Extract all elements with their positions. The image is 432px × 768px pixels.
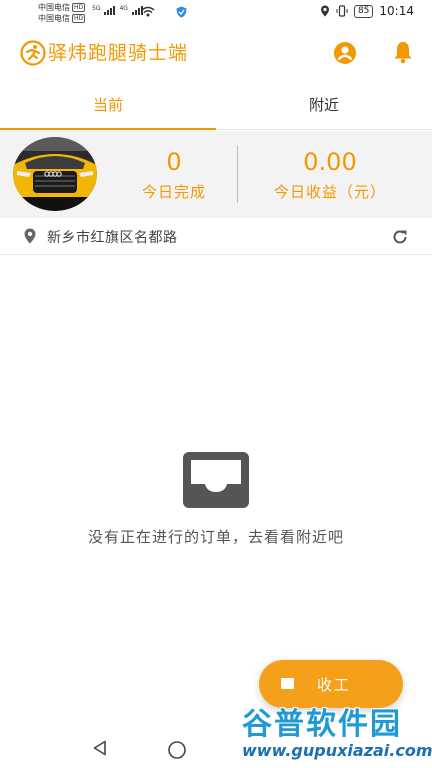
signal-icon: 5G 4G — [92, 5, 143, 15]
app-screen: 中国电信 HD 中国电信 HD 5G 4G 85 10:14 驿炜跑腿骑士端 当… — [0, 0, 432, 768]
completed-label: 今日完成 — [141, 183, 206, 201]
bell-icon[interactable] — [392, 40, 414, 64]
carrier-info: 中国电信 HD 中国电信 HD — [38, 2, 86, 24]
clock: 10:14 — [379, 4, 414, 18]
home-icon[interactable] — [167, 740, 187, 760]
refresh-icon[interactable] — [391, 228, 409, 246]
wifi-icon — [141, 6, 155, 17]
site-watermark: 谷普软件园 www.gupuxiazai.com — [236, 697, 432, 768]
carrier-1-label: 中国电信 — [38, 3, 70, 12]
income-today: 0.00 今日收益（元） — [255, 147, 405, 202]
location-icon — [320, 5, 329, 17]
app-header: 驿炜跑腿骑士端 — [0, 26, 432, 82]
income-amount: 0.00 — [303, 148, 357, 176]
back-icon[interactable] — [92, 740, 108, 756]
network-tag-1: 5G — [92, 5, 101, 12]
tab-bar: 当前 附近 — [0, 82, 432, 130]
daily-stats-card: 0 今日完成 0.00 今日收益（元） — [0, 131, 432, 218]
hd-badge: HD — [72, 14, 86, 23]
inbox-icon — [183, 452, 249, 508]
app-title: 驿炜跑腿骑士端 — [48, 42, 189, 64]
status-bar: 中国电信 HD 中国电信 HD 5G 4G 85 10:14 — [0, 0, 432, 26]
carrier-2-label: 中国电信 — [38, 14, 70, 23]
tab-current[interactable]: 当前 — [0, 82, 216, 130]
stats-divider — [237, 145, 238, 203]
network-tag-2: 4G — [119, 5, 128, 12]
battery-icon: 85 — [353, 4, 374, 18]
rider-avatar[interactable] — [13, 137, 97, 211]
empty-message: 没有正在进行的订单，去看看附近吧 — [87, 528, 344, 546]
status-right: 85 10:14 — [320, 4, 414, 18]
current-address: 新乡市红旗区名都路 — [47, 230, 178, 246]
hd-badge: HD — [72, 3, 86, 12]
income-label: 今日收益（元） — [273, 183, 386, 201]
tab-nearby[interactable]: 附近 — [216, 82, 432, 129]
watermark-url: www.gupuxiazai.com — [242, 741, 432, 760]
shield-icon — [176, 6, 187, 18]
vibrate-icon — [336, 5, 348, 17]
runner-logo-icon — [20, 40, 46, 66]
stop-icon — [281, 678, 294, 689]
watermark-title: 谷普软件园 — [242, 707, 402, 742]
user-account-icon[interactable] — [333, 41, 357, 65]
completed-today: 0 今日完成 — [124, 147, 224, 202]
location-bar: 新乡市红旗区名都路 — [0, 218, 432, 255]
off-work-label: 收工 — [317, 676, 352, 694]
map-pin-icon — [24, 228, 36, 244]
completed-count: 0 — [166, 148, 182, 176]
